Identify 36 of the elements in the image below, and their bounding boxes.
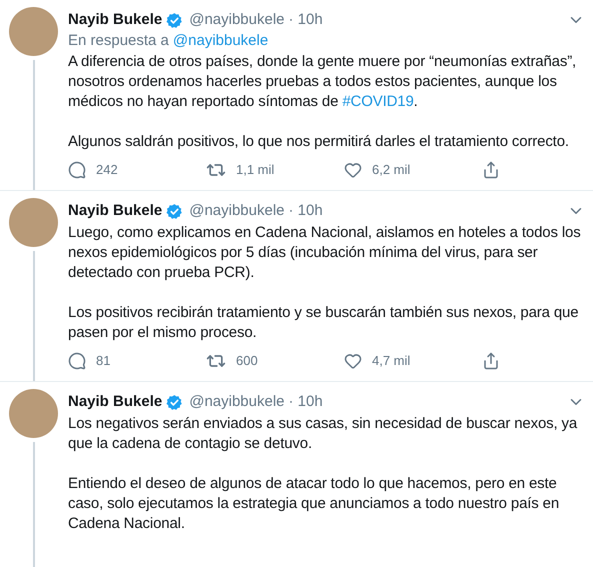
reply-icon[interactable] bbox=[68, 161, 86, 179]
share-icon[interactable] bbox=[482, 352, 500, 370]
action-count: 600 bbox=[236, 352, 258, 370]
author-handle[interactable]: @nayibbukele bbox=[189, 8, 285, 32]
avatar-photo[interactable] bbox=[9, 7, 58, 56]
tweet-text: Algunos saldrán positivos, lo que nos permitirá darles el tratamiento correcto. bbox=[68, 132, 570, 152]
author-name[interactable]: Nayib Bukele bbox=[68, 390, 162, 414]
verified-badge-icon bbox=[166, 202, 184, 220]
verified-badge-icon bbox=[166, 12, 184, 28]
avatar-photo[interactable] bbox=[9, 198, 58, 247]
tweet-text: Entiendo el deseo de algunos de atacar todo lo que hacemos, pero en este caso, solo ejecutamos la estrategia que anunciamos a todo nuestro país en Cadena Nacional. bbox=[68, 474, 560, 534]
action-count: 242 bbox=[96, 161, 118, 180]
action-count: 1,1 mil bbox=[236, 161, 274, 180]
hashtag-link[interactable]: #COVID19 bbox=[342, 93, 414, 110]
like-icon[interactable] bbox=[344, 352, 362, 370]
share-icon[interactable] bbox=[482, 161, 500, 179]
verified-badge-icon bbox=[166, 394, 184, 410]
author-name[interactable]: Nayib Bukele bbox=[68, 8, 162, 32]
reply-context: En respuesta a bbox=[68, 31, 169, 51]
mention-link[interactable]: @nayibbukele bbox=[172, 31, 268, 51]
tweet-time[interactable]: · 10h bbox=[288, 390, 323, 414]
author-handle[interactable]: @nayibbukele bbox=[189, 200, 285, 222]
tweet-text: A diferencia de otros países, donde la gente muere por “neumonías extrañas”, nosotros ordenamos hacerles pruebas a todos estos pacientes, aunque los médicos no hayan reportado síntomas de #COVID19. bbox=[68, 52, 578, 112]
tweet-time[interactable]: · 10h bbox=[288, 8, 323, 32]
author-name[interactable]: Nayib Bukele bbox=[68, 200, 162, 222]
tweet-text: Luego, como explicamos en Cadena Nacional, aislamos en hoteles a todos los nexos epidemiológicos por 5 días (incubación mínima del virus, para ser detectado con prueba PCR). bbox=[68, 223, 582, 283]
action-count: 6,2 mil bbox=[372, 161, 410, 180]
reply-icon[interactable] bbox=[68, 352, 86, 370]
like-icon[interactable] bbox=[344, 161, 362, 179]
action-count: 4,7 mil bbox=[372, 352, 410, 370]
tweet-text: Los negativos serán enviados a sus casas, sin necesidad de buscar nexos, ya que la cadena de contagio se detuvo. bbox=[68, 414, 578, 454]
action-count: 81 bbox=[96, 352, 110, 370]
avatar-photo[interactable] bbox=[9, 389, 58, 438]
tweet-time[interactable]: · 10h bbox=[288, 200, 323, 222]
tweet-text: Los positivos recibirán tratamiento y se buscarán también sus nexos, para que pasen por el mismo proceso. bbox=[68, 303, 580, 343]
author-handle[interactable]: @nayibbukele bbox=[189, 390, 285, 414]
